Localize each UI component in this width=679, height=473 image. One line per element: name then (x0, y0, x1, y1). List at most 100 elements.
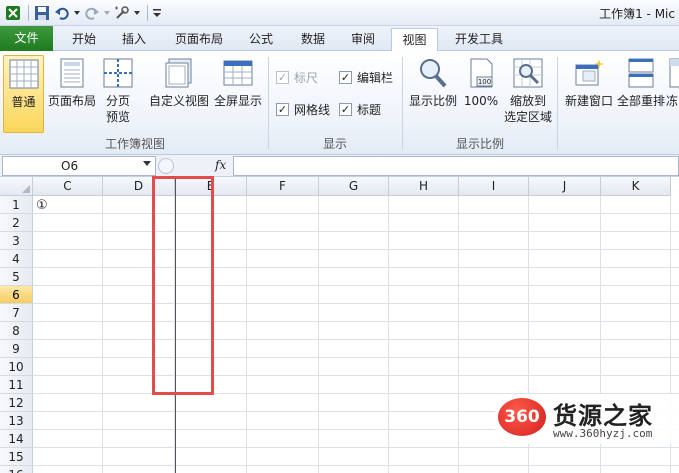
ribbon-view: 普通 页面布局 分页 预览 自定义视图 全屏显示 工作簿视图 ✓ 标尺 ✓ 编辑… (0, 51, 679, 155)
tab-data[interactable]: 数据 (290, 28, 336, 51)
customize-icon[interactable] (152, 4, 162, 22)
freeze-panes-label: 冻 (666, 94, 679, 108)
row-header-12[interactable]: 12 (0, 394, 33, 412)
column-gridline (246, 196, 247, 473)
zoom-to-selection-label-1: 缩放到 (509, 94, 546, 108)
column-header-f[interactable]: F (247, 177, 319, 196)
ruler-checkbox[interactable]: ✓ 标尺 (276, 69, 318, 86)
name-box[interactable]: O6 (2, 156, 156, 176)
tab-page-layout[interactable]: 页面布局 (163, 28, 235, 51)
row-header-10[interactable]: 10 (0, 358, 33, 376)
column-header-k[interactable]: K (601, 177, 671, 196)
watermark-url: www.360hyzj.com (553, 427, 653, 440)
undo-icon[interactable] (53, 4, 71, 22)
zoom-group-label: 显示比例 (455, 137, 504, 151)
full-screen-button[interactable]: 全屏显示 (212, 55, 264, 133)
custom-views-icon (163, 57, 195, 89)
group-separator (557, 57, 558, 149)
excel-app-icon[interactable] (4, 4, 22, 22)
tab-formulas[interactable]: 公式 (238, 28, 284, 51)
insert-function-icon[interactable]: fx (215, 158, 226, 172)
row-header-1[interactable]: 1 (0, 196, 33, 214)
row-gridline (33, 303, 679, 304)
column-header-g[interactable]: G (319, 177, 389, 196)
arrange-all-button[interactable]: 全部重排 (616, 55, 666, 133)
formula-bar: O6 fx (0, 155, 679, 177)
freeze-panes-button[interactable]: 冻 (666, 55, 679, 133)
save-icon[interactable] (33, 4, 51, 22)
tab-developer[interactable]: 开发工具 (443, 28, 515, 51)
gridlines-checkbox[interactable]: ✓ 网格线 (276, 101, 330, 118)
column-gridline (318, 196, 319, 473)
row-header-3[interactable]: 3 (0, 232, 33, 250)
ribbon-tabs: 文件 开始 插入 页面布局 公式 数据 审阅 视图 开发工具 (0, 26, 679, 52)
row-gridline (33, 213, 679, 214)
row-header-4[interactable]: 4 (0, 250, 33, 268)
cell-c1[interactable]: ① (36, 198, 48, 213)
row-gridline (33, 249, 679, 250)
column-header-c[interactable]: C (33, 177, 103, 196)
column-header-i[interactable]: I (459, 177, 529, 196)
page-layout-view-button[interactable]: 页面布局 (46, 55, 98, 133)
workbook-views-group-label: 工作簿视图 (104, 137, 165, 151)
watermark: 360 货源之家 www.360hyzj.com (495, 394, 679, 444)
redo-dropdown-icon[interactable] (103, 4, 111, 22)
zoom-to-selection-icon (512, 57, 544, 89)
formula-bar-label: 编辑栏 (357, 71, 394, 85)
page-break-preview-icon (102, 57, 134, 89)
zoom-button[interactable]: 显示比例 (407, 55, 459, 133)
zoom-to-selection-button[interactable]: 缩放到 选定区域 (502, 55, 554, 133)
formula-bar-expand-icon[interactable] (158, 158, 174, 174)
window-title: 工作簿1 - Mic (599, 7, 675, 21)
row-header-13[interactable]: 13 (0, 412, 33, 430)
title-bar: 工作簿1 - Mic (0, 0, 679, 26)
tab-view[interactable]: 视图 (391, 28, 438, 52)
undo-dropdown-icon[interactable] (73, 4, 81, 22)
tools-dropdown-icon[interactable] (133, 4, 141, 22)
formula-input[interactable] (233, 156, 679, 176)
custom-views-button[interactable]: 自定义视图 (148, 55, 210, 133)
row-header-6[interactable]: 6 (0, 286, 33, 304)
tab-review[interactable]: 审阅 (340, 28, 386, 51)
row-header-2[interactable]: 2 (0, 214, 33, 232)
formula-bar-checkbox[interactable]: ✓ 编辑栏 (339, 69, 393, 86)
full-screen-label: 全屏显示 (213, 94, 262, 108)
row-header-14[interactable]: 14 (0, 430, 33, 448)
select-all-corner[interactable] (0, 177, 33, 196)
tab-file[interactable]: 文件 (0, 26, 53, 51)
row-gridline (33, 339, 679, 340)
page-layout-view-icon (56, 57, 88, 89)
gridlines-label: 网格线 (294, 103, 331, 117)
tab-insert[interactable]: 插入 (110, 28, 158, 51)
arrange-all-icon (625, 57, 657, 89)
new-window-button[interactable]: 新建窗口 (562, 55, 616, 133)
column-header-h[interactable]: H (389, 177, 459, 196)
row-header-5[interactable]: 5 (0, 268, 33, 286)
row-header-16[interactable]: 16 (0, 466, 33, 473)
row-header-15[interactable]: 15 (0, 448, 33, 466)
headings-checkbox-box: ✓ (339, 103, 352, 116)
tools-icon[interactable] (113, 4, 131, 22)
row-header-9[interactable]: 9 (0, 340, 33, 358)
row-header-11[interactable]: 11 (0, 376, 33, 394)
column-header-j[interactable]: J (529, 177, 601, 196)
normal-view-button[interactable]: 普通 (3, 55, 44, 133)
zoom-100-label: 100% (463, 94, 499, 108)
page-break-preview-button[interactable]: 分页 预览 (100, 55, 136, 133)
tab-home[interactable]: 开始 (60, 28, 108, 51)
excel-window: 工作簿1 - Mic 文件 开始 插入 页面布局 公式 数据 审阅 视图 开发工… (0, 0, 679, 473)
row-header-7[interactable]: 7 (0, 304, 33, 322)
zoom-100-button[interactable]: 100 100% (461, 55, 501, 133)
headings-checkbox[interactable]: ✓ 标题 (339, 101, 381, 118)
separator (147, 5, 148, 21)
full-screen-icon (222, 57, 254, 89)
row-header-8[interactable]: 8 (0, 322, 33, 340)
row-gridline (33, 375, 679, 376)
row-gridline (33, 357, 679, 358)
redo-icon[interactable] (83, 4, 101, 22)
column-gridline (388, 196, 389, 473)
name-box-dropdown-icon[interactable] (143, 161, 151, 166)
separator (28, 5, 29, 21)
svg-text:100: 100 (478, 78, 491, 86)
quick-access-toolbar (4, 3, 164, 23)
